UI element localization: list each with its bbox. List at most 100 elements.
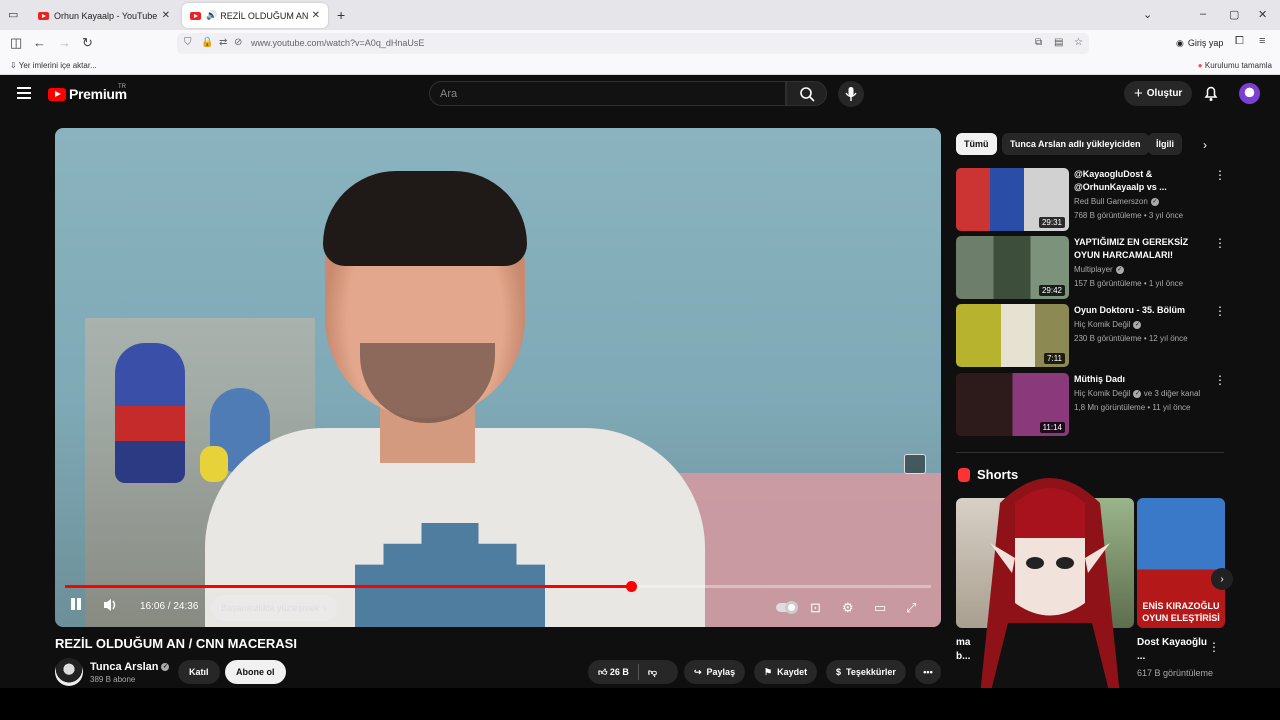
list-tabs-icon[interactable]: ⌄ — [1143, 8, 1152, 21]
tab-orhun-kayaalp[interactable]: Orhun Kayaalp - YouTube ✕ — [30, 3, 178, 28]
video-frame-hair — [323, 171, 527, 266]
chip-all[interactable]: Tümü — [956, 133, 997, 155]
more-vertical-icon[interactable]: ⋮ — [1214, 304, 1226, 318]
chip-from-uploader[interactable]: Tunca Arslan adlı yükleyiciden — [1002, 133, 1149, 155]
more-vertical-icon[interactable]: ⋮ — [1214, 236, 1226, 250]
search-input[interactable]: Ara — [429, 81, 786, 106]
chip-related[interactable]: İlgili — [1148, 133, 1182, 155]
voice-search-button[interactable] — [838, 81, 864, 107]
recommendation-meta: 157 B görüntüleme • 1 yıl önce — [1074, 279, 1184, 288]
chevron-right-icon[interactable]: › — [1203, 138, 1207, 152]
recommendation-item[interactable]: 29:42 YAPTIĞIMIZ EN GEREKSİZ OYUN HARCAM… — [956, 236, 1226, 300]
finish-setup-label: Kurulumu tamamla — [1204, 61, 1272, 70]
recommendation-channel[interactable]: Hiç Komik Değil ✓ — [1074, 320, 1142, 329]
nav-bar: ◫ ← → ↻ ⛉ 🔒 ⇄ ⊘ www.youtube.com/watch?v=… — [0, 30, 1280, 56]
create-label: Oluştur — [1146, 88, 1183, 99]
tab-rezil-oldugum-an[interactable]: 🔊 REZİL OLDUĞUM AN / CNN ✕ — [182, 3, 328, 28]
sidebar-toggle-icon[interactable]: ◫ — [10, 35, 22, 51]
bookmark-icon: ⚑ — [764, 666, 773, 677]
finish-setup-link[interactable]: ● Kurulumu tamamla — [1198, 61, 1272, 70]
close-tab-icon[interactable]: ✕ — [312, 10, 320, 21]
hamburger-menu-icon[interactable] — [17, 87, 31, 99]
reader-mode-icon[interactable]: ▤ — [1054, 37, 1063, 48]
recommendation-channel[interactable]: Multiplayer ✓ — [1074, 265, 1124, 274]
signin-button[interactable]: ◉ Giriş yap — [1170, 33, 1229, 53]
notifications-bell-icon[interactable] — [1203, 85, 1219, 107]
more-vertical-icon[interactable]: ⋮ — [1214, 168, 1226, 182]
miniplayer-icon[interactable] — [904, 454, 926, 474]
more-horizontal-icon: ••• — [923, 667, 933, 677]
settings-gear-icon[interactable]: ⚙ — [842, 600, 854, 616]
app-menu-icon[interactable]: ≡ — [1259, 35, 1265, 47]
url-bar[interactable]: ⛉ 🔒 ⇄ ⊘ www.youtube.com/watch?v=A0q_dHna… — [177, 33, 1089, 54]
new-tab-button[interactable]: + — [337, 7, 345, 23]
recommendation-meta: 1,8 Mn görüntüleme • 11 yıl önce — [1074, 403, 1191, 412]
close-window-button[interactable]: ✕ — [1258, 8, 1267, 21]
reload-button[interactable]: ↻ — [82, 35, 93, 51]
recommendation-channel[interactable]: Hiç Komik Değil ✓ ve 3 diğer kanal — [1074, 389, 1200, 398]
recommendation-channel[interactable]: Red Bull Gamerszon ✓ — [1074, 197, 1159, 206]
dislike-button[interactable]: 👎︎ — [648, 667, 657, 678]
channel-name[interactable]: Tunca Arslan ✓ — [90, 661, 170, 673]
forward-button[interactable]: → — [58, 35, 71, 50]
recommendation-title[interactable]: @KayaogluDost & @OrhunKayaalp vs ... — [1074, 168, 1209, 194]
account-avatar[interactable] — [1239, 83, 1260, 104]
theater-mode-icon[interactable]: ▭ — [874, 600, 886, 616]
save-button[interactable]: ⚑ Kaydet — [754, 660, 818, 684]
short-thumbnail[interactable]: ENİS KIRAZOĞLU OYUN ELEŞTİRİSİ — [1137, 498, 1225, 628]
chapter-button[interactable]: Başarısızlıkla yüzleşmek › — [211, 595, 337, 621]
close-tab-icon[interactable]: ✕ — [162, 10, 170, 21]
video-thumbnail[interactable]: 29:31 — [956, 168, 1069, 231]
progress-bar-played — [65, 585, 632, 588]
autoplay-toggle[interactable] — [776, 601, 798, 614]
bookmark-star-icon[interactable]: ☆ — [1074, 37, 1083, 48]
channel-name-text: Tunca Arslan — [90, 661, 159, 673]
subtitles-icon[interactable]: ⊡ — [810, 600, 821, 616]
search-button[interactable] — [786, 81, 827, 106]
speaker-icon[interactable]: 🔊 — [206, 10, 217, 21]
youtube-premium-logo[interactable]: Premium TR — [48, 84, 127, 102]
thanks-button[interactable]: $ Teşekkürler — [826, 660, 906, 684]
maximize-button[interactable]: ▢ — [1229, 8, 1239, 21]
more-actions-button[interactable]: ••• — [915, 660, 941, 684]
tab-bar: ▭ Orhun Kayaalp - YouTube ✕ 🔊 REZİL OLDU… — [0, 0, 1280, 30]
duration-badge: 29:42 — [1038, 285, 1065, 296]
video-thumbnail[interactable]: 7:11 — [956, 304, 1069, 367]
video-thumbnail[interactable]: 11:14 — [956, 373, 1069, 436]
extensions-icon[interactable]: ⧠ — [1235, 35, 1244, 48]
short-title[interactable]: Dost Kayaoğlu ... — [1137, 636, 1207, 664]
channel-avatar[interactable] — [55, 658, 83, 686]
more-vertical-icon[interactable]: ⋮ — [1208, 640, 1220, 654]
pause-button[interactable] — [67, 595, 85, 613]
recommendation-title[interactable]: Müthiş Dadı — [1074, 373, 1209, 386]
share-button[interactable]: ↪ Paylaş — [684, 660, 746, 684]
fullscreen-icon[interactable]: ⤢ — [906, 600, 916, 616]
like-button[interactable]: 👍︎ 26 B — [598, 667, 629, 678]
autoplay-blocked-icon[interactable]: ⊘ — [234, 37, 242, 48]
shield-icon[interactable]: ⛉ — [184, 37, 192, 48]
create-button[interactable]: + Oluştur — [1124, 81, 1193, 106]
video-thumbnail[interactable]: 29:42 — [956, 236, 1069, 299]
join-button[interactable]: Katıl — [178, 660, 220, 684]
chevron-right-icon[interactable]: › — [1211, 568, 1233, 590]
permissions-icon[interactable]: ⇄ — [219, 37, 227, 48]
translate-icon[interactable]: ⧉ — [1035, 37, 1042, 48]
duration-badge: 11:14 — [1039, 422, 1065, 433]
recommendation-title[interactable]: YAPTIĞIMIZ EN GEREKSİZ OYUN HARCAMALARI! — [1074, 236, 1209, 262]
subscribe-button[interactable]: Abone ol — [225, 660, 286, 684]
plus-icon: + — [1134, 85, 1143, 102]
back-button[interactable]: ← — [33, 35, 46, 50]
lock-icon[interactable]: 🔒 — [201, 37, 213, 48]
volume-icon[interactable] — [102, 597, 120, 618]
recommendation-item[interactable]: 29:31 @KayaogluDost & @OrhunKayaalp vs .… — [956, 168, 1226, 232]
video-player[interactable]: 16:06 / 24:36 Başarısızlıkla yüzleşmek ›… — [55, 128, 941, 627]
minimize-button[interactable]: – — [1200, 8, 1206, 20]
taskbar-area — [0, 688, 1280, 720]
import-bookmarks-link[interactable]: ⇩ Yer imlerini içe aktar... — [10, 61, 97, 70]
more-vertical-icon[interactable]: ⋮ — [1214, 373, 1226, 387]
progress-bar[interactable] — [65, 581, 931, 592]
recommendation-item[interactable]: 7:11 Oyun Doktoru - 35. Bölüm Hiç Komik … — [956, 304, 1226, 368]
recommendation-title[interactable]: Oyun Doktoru - 35. Bölüm — [1074, 304, 1209, 317]
recommendation-item[interactable]: 11:14 Müthiş Dadı Hiç Komik Değil ✓ ve 3 … — [956, 373, 1226, 437]
tab-overview-icon[interactable]: ▭ — [8, 8, 18, 21]
